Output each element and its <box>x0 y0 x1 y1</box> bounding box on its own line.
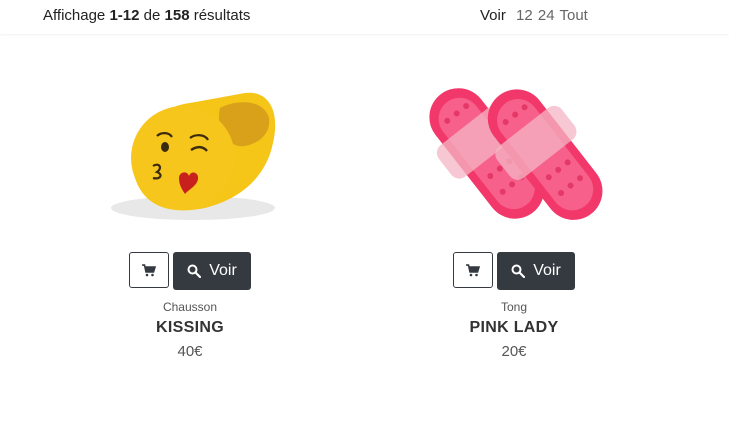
product-name[interactable]: KISSING <box>65 319 315 337</box>
product-actions: Voir <box>389 252 639 290</box>
result-count: Affichage 1-12 de 158 résultats <box>43 7 251 24</box>
product-actions: Voir <box>65 252 315 290</box>
product-category: Tong <box>500 300 528 314</box>
per-page-label: Voir <box>480 7 506 24</box>
add-to-cart-button[interactable] <box>129 252 170 288</box>
search-icon <box>511 264 526 278</box>
emoji-slipper-icon[interactable] <box>95 48 285 238</box>
product-price: 40€ <box>177 343 203 360</box>
product-category: Chausson <box>162 300 218 314</box>
view-product-button[interactable]: Voir <box>173 252 251 290</box>
product-card: Voir Chausson KISSING 40€ <box>65 48 315 360</box>
per-page-option-all[interactable]: Tout <box>559 7 587 24</box>
per-page-option-12[interactable]: 12 <box>516 7 533 24</box>
cart-icon <box>466 263 481 276</box>
search-icon <box>187 264 202 278</box>
results-toolbar: Affichage 1-12 de 158 résultats Voir 12 … <box>0 0 729 34</box>
product-name[interactable]: PINK LADY <box>389 319 639 337</box>
add-to-cart-button[interactable] <box>453 252 494 288</box>
product-card: Voir Tong PINK LADY 20€ <box>389 48 639 360</box>
view-product-button[interactable]: Voir <box>497 252 575 290</box>
per-page-selector: Voir 12 24 Tout <box>480 7 589 24</box>
pink-sandals-icon[interactable] <box>419 48 609 238</box>
product-price: 20€ <box>501 343 527 360</box>
per-page-option-24[interactable]: 24 <box>538 7 555 24</box>
cart-icon <box>142 263 157 276</box>
